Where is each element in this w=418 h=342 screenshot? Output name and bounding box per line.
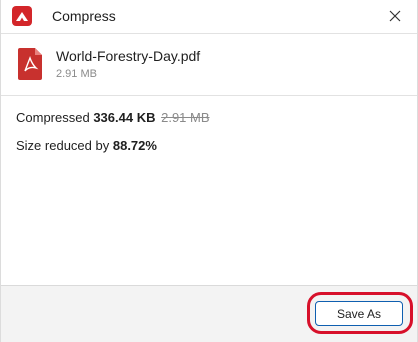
pdf-file-icon (18, 48, 42, 80)
compress-dialog: Compress World-Forestry-Day.pdf 2.91 MB … (0, 0, 418, 342)
compressed-size: 336.44 KB (93, 110, 156, 125)
title-bar: Compress (1, 0, 417, 33)
file-size: 2.91 MB (56, 68, 97, 80)
compression-result: Compressed 336.44 KB 2.91 MB Size reduce… (16, 108, 210, 164)
reduced-percent: 88.72% (112, 138, 157, 153)
file-info: World-Forestry-Day.pdf 2.91 MB (1, 33, 417, 95)
compressed-line: Compressed 336.44 KB 2.91 MB (16, 108, 210, 128)
reduction-line: Size reduced by 88.72% (16, 136, 210, 156)
original-size: 2.91 MB (161, 110, 210, 125)
compress-app-icon (12, 6, 32, 26)
close-icon (389, 10, 401, 22)
compressed-label: Compressed (16, 110, 90, 125)
file-name: World-Forestry-Day.pdf (56, 48, 201, 64)
close-button[interactable] (385, 6, 405, 26)
save-as-button[interactable]: Save As (315, 301, 403, 326)
window-title: Compress (52, 8, 116, 24)
dialog-footer: Save As (1, 286, 417, 342)
reduced-label: Size reduced by (16, 138, 110, 153)
file-divider (1, 95, 417, 96)
